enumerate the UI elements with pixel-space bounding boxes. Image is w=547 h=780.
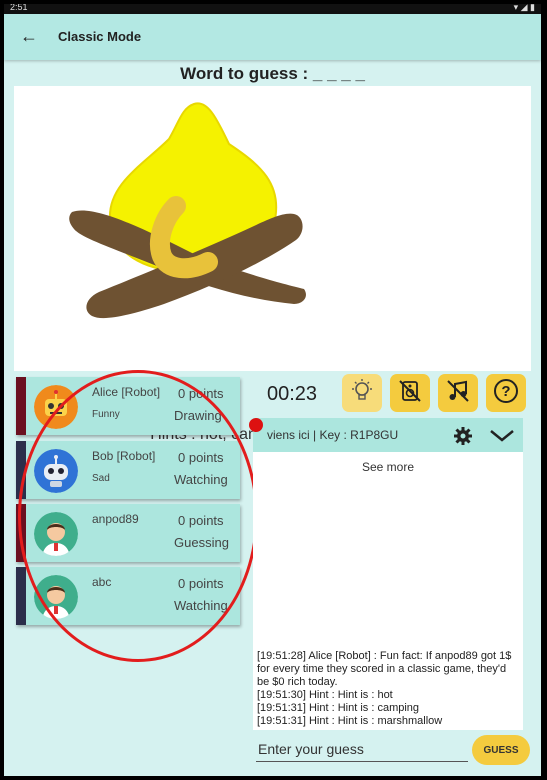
player-state: Watching: [174, 598, 228, 613]
player-name: abc: [92, 575, 112, 589]
guess-input[interactable]: [256, 737, 468, 762]
arrow-left-icon[interactable]: ←: [20, 26, 38, 47]
svg-text:?: ?: [501, 383, 510, 400]
player-mood: Funny: [92, 409, 120, 420]
player-state: Drawing: [174, 408, 222, 423]
player-state: Watching: [174, 472, 228, 487]
man-avatar: [34, 575, 78, 619]
chat-message: [19:51:28] Alice [Robot] : Fun fact: If …: [257, 650, 512, 688]
chat-message: [19:51:31] Hint : Hint is : camping: [257, 702, 420, 714]
chat-header: viens ici | Key : R1P8GU: [253, 418, 523, 452]
drawing-canvas[interactable]: Hints : hot, camping, marshmallow: [14, 86, 531, 443]
question-icon: ?: [492, 377, 520, 410]
player-color-bar: [16, 504, 26, 562]
man-avatar: [34, 512, 78, 556]
blue-robot-avatar: [34, 449, 78, 493]
player-name: anpod89: [92, 512, 139, 526]
player-color-bar: [16, 567, 26, 625]
status-icons: ▾ ◢ ▮: [513, 4, 535, 12]
help-button[interactable]: ?: [486, 374, 526, 412]
player-card[interactable]: abc 0 points Watching: [16, 567, 240, 625]
app-screen: 2:51 ▾ ◢ ▮ ← Classic Mode Word to guess …: [4, 4, 541, 776]
chat-panel: viens ici | Key : R1P8GU See more [19:51…: [253, 418, 523, 730]
player-card[interactable]: Alice [Robot] Funny 0 points Drawing: [16, 377, 240, 435]
see-more-link[interactable]: See more: [253, 460, 523, 474]
orange-robot-avatar: [34, 385, 78, 429]
player-points: 0 points: [178, 450, 224, 465]
music-off-icon: [444, 377, 472, 410]
player-points: 0 points: [178, 513, 224, 528]
player-points: 0 points: [178, 576, 224, 591]
player-name: Alice [Robot]: [92, 385, 161, 399]
guess-button[interactable]: GUESS: [472, 735, 530, 765]
chat-message: [19:51:30] Hint : Hint is : hot: [257, 689, 393, 701]
gear-icon[interactable]: [453, 426, 473, 451]
round-timer: 00:23: [267, 383, 318, 405]
app-bar: ← Classic Mode: [4, 14, 541, 60]
lightbulb-icon: [349, 378, 375, 409]
page-title: Classic Mode: [58, 29, 142, 44]
volume-off-icon: [396, 377, 424, 410]
chat-log: [19:51:28] Alice [Robot] : Fun fact: If …: [257, 650, 521, 728]
room-info: viens ici | Key : R1P8GU: [267, 428, 399, 442]
word-to-guess: Word to guess : _ _ _ _: [180, 64, 365, 83]
player-card[interactable]: Bob [Robot] Sad 0 points Watching: [16, 441, 240, 499]
player-name: Bob [Robot]: [92, 449, 156, 463]
player-card[interactable]: anpod89 0 points Guessing: [16, 504, 240, 562]
chat-message: [19:51:31] Hint : Hint is : marshmallow: [257, 715, 443, 727]
player-mood: Sad: [92, 473, 110, 484]
status-time: 2:51: [10, 4, 28, 12]
player-color-bar: [16, 441, 26, 499]
chevron-down-icon[interactable]: [489, 428, 515, 449]
player-state: Guessing: [174, 535, 229, 550]
campfire-drawing: [69, 102, 306, 319]
sound-off-button[interactable]: [390, 374, 430, 412]
recording-indicator: [249, 418, 263, 432]
player-points: 0 points: [178, 386, 224, 401]
hint-lightbulb-button[interactable]: [342, 374, 382, 412]
player-color-bar: [16, 377, 26, 435]
music-off-button[interactable]: [438, 374, 478, 412]
status-bar: 2:51 ▾ ◢ ▮: [4, 4, 541, 14]
